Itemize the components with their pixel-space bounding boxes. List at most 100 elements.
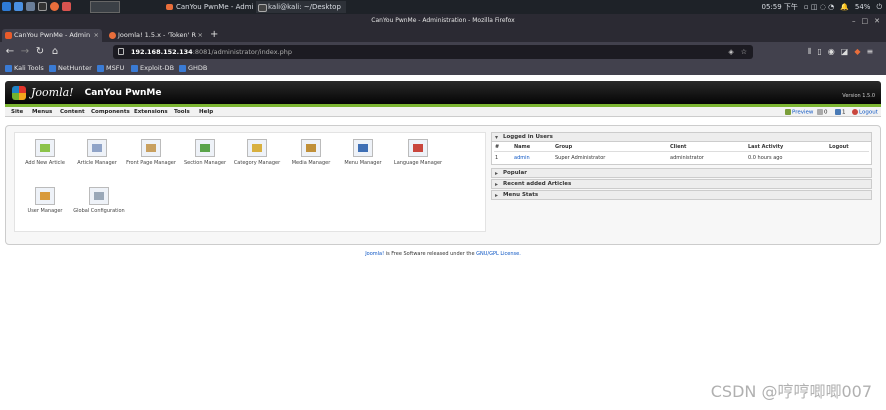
logout-icon [852,108,858,115]
minimize-icon[interactable]: – [852,14,856,28]
lock-icon[interactable]: ⏻ [876,3,882,12]
footer-text: is Free Software released under the [384,251,477,257]
panel-logged-in-users[interactable]: Logged in Users [491,132,872,142]
cp-label: Article Manager [77,160,117,166]
menu-menus[interactable]: Menus [32,109,52,115]
forward-icon[interactable]: → [18,45,32,59]
reload-icon[interactable]: ↻ [33,45,47,59]
foxyproxy-icon[interactable]: ◆ [854,45,860,59]
col-header-num: # [495,144,500,150]
logout-link[interactable]: Logout [852,108,878,115]
menu-help[interactable]: Help [199,109,213,115]
joomla-favicon-icon [5,32,12,39]
bookmark-star-icon[interactable]: ☆ [741,45,747,59]
license-link[interactable]: GNU/GPL License. [476,251,521,257]
cpanel-icons: Add New Article Article Manager Front Pa… [14,132,486,232]
menu-manager-button[interactable]: Menu Manager [337,135,389,181]
battery-indicator[interactable]: 54% [855,3,871,11]
cp-label: Section Manager [183,160,227,166]
notification-icon[interactable]: 🔔 [840,3,849,11]
bookmark-ghdb[interactable]: GHDB [178,63,207,74]
close-window-icon[interactable]: ✕ [874,14,880,28]
bookmark-nethunter[interactable]: NetHunter [48,63,92,74]
mail-icon [817,108,823,115]
tab-joomla-token[interactable]: Joomla! 1.5.x - 'Token' R × [106,29,206,42]
media-manager-icon [301,139,321,157]
home-icon[interactable]: ⌂ [48,45,62,59]
close-tab-icon[interactable]: × [94,29,99,42]
tab-label: Joomla! 1.5.x - 'Token' R [118,31,197,39]
back-icon[interactable]: ← [3,45,17,59]
global-config-icon [89,187,109,205]
language-manager-button[interactable]: Language Manager [389,135,447,181]
tray-icons[interactable]: ▫ ◫ ◌ ◔ [804,3,834,11]
messages-count[interactable]: 0 [817,108,828,115]
taskbar-item-terminal[interactable]: kali@kali: ~/Desktop [256,1,346,13]
panel-recent-articles[interactable]: Recent added Articles [491,179,872,189]
user-manager-icon [35,187,55,205]
bookmark-exploit-db[interactable]: Exploit-DB [130,63,174,74]
firefox-icon[interactable] [50,2,59,11]
menu-site[interactable]: Site [11,109,23,115]
cp-label: Category Manager [233,160,281,166]
panel-menu-stats[interactable]: Menu Stats [491,190,872,200]
section-manager-button[interactable]: Section Manager [179,135,231,181]
tab-canyou-pwnme[interactable]: CanYou PwnMe - Admin × [2,29,102,42]
cp-label: Add New Article [25,160,65,166]
folder-icon[interactable] [26,2,35,11]
add-new-article-button[interactable]: Add New Article [19,135,71,181]
joomla-header: Joomla! CanYou PwnMe Version 1.5.0 [5,81,881,104]
clock[interactable]: 05:59 下午 [762,2,798,12]
menu-extensions[interactable]: Extensions [134,109,168,115]
category-manager-button[interactable]: Category Manager [231,135,283,181]
library-icon[interactable]: ⫴ [808,45,811,59]
cp-label: Menu Manager [344,160,382,166]
bookmark-msfu[interactable]: MSFU [96,63,124,74]
new-tab-button[interactable]: + [210,28,218,41]
frontpage-icon [141,139,161,157]
menu-tools[interactable]: Tools [174,109,190,115]
preview-icon [785,108,791,115]
col-header-logout: Logout [829,144,849,150]
sidebar-icon[interactable]: ▯ [817,45,821,59]
menu-content[interactable]: Content [60,109,85,115]
user-admin-link[interactable]: admin [514,155,530,161]
joomla-logo-icon [12,85,26,100]
account-icon[interactable]: ◉ [828,45,835,59]
url-bar[interactable]: 192.168.152.134:8081/administrator/index… [113,45,753,59]
preview-link[interactable]: Preview [785,108,813,115]
close-tab-icon[interactable]: × [198,29,203,42]
front-page-manager-button[interactable]: Front Page Manager [123,135,179,181]
extension-icon[interactable]: ◪ [841,45,849,59]
maximize-icon[interactable]: □ [862,14,869,28]
terminal-icon[interactable] [38,2,47,11]
user-client: administrator [670,155,704,161]
users-online-count: 1 [835,108,846,115]
burp-icon[interactable] [62,2,71,11]
page-content: Joomla! CanYou PwnMe Version 1.5.0 Site … [0,75,886,410]
panel-popular[interactable]: Popular [491,168,872,178]
logged-users-table: # Name Group Client Last Activity Logout… [491,142,872,165]
user-manager-button[interactable]: User Manager [19,183,71,229]
os-taskbar: CanYou PwnMe - Admin... kali@kali: ~/Des… [0,0,886,14]
workspace-switcher[interactable] [90,1,120,13]
files-icon[interactable] [14,2,23,11]
bookmark-kali-tools[interactable]: Kali Tools [4,63,44,74]
system-tray: 05:59 下午 ▫ ◫ ◌ ◔ 🔔 54% ⏻ [762,1,882,13]
col-header-last-activity: Last Activity [748,144,784,150]
bookmarks-bar: Kali Tools NetHunter MSFU Exploit-DB GHD… [0,62,886,75]
global-configuration-button[interactable]: Global Configuration [71,183,127,229]
joomla-footer-link[interactable]: Joomla! [365,251,384,257]
menu-icon[interactable]: ≡ [866,45,873,59]
url-path: :8081/administrator/index.php [192,48,292,56]
menu-components[interactable]: Components [91,109,130,115]
joomla-logo: Joomla! CanYou PwnMe [12,84,161,101]
url-actions: ◈ ☆ [728,45,747,59]
pocket-icon[interactable]: ◈ [728,45,733,59]
taskbar-item-firefox[interactable]: CanYou PwnMe - Admin... [164,1,254,13]
cp-label: Global Configuration [73,208,125,214]
lock-icon[interactable] [118,48,124,55]
media-manager-button[interactable]: Media Manager [285,135,337,181]
kali-menu-icon[interactable] [2,2,11,11]
article-manager-button[interactable]: Article Manager [71,135,123,181]
